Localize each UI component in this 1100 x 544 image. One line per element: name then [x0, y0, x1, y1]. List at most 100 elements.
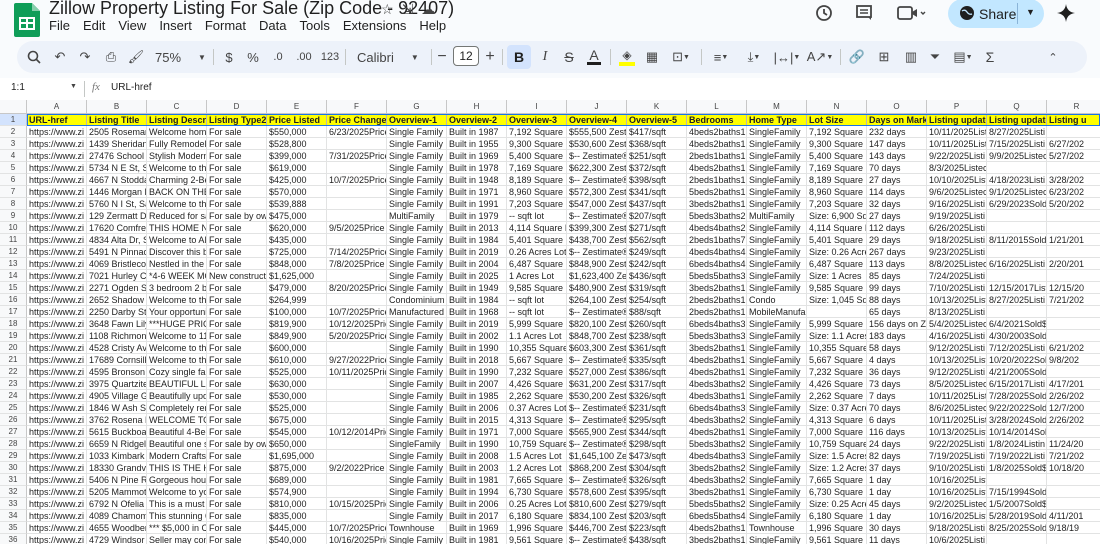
- redo-icon[interactable]: ↷: [75, 41, 95, 73]
- data-cell[interactable]: 6/23/2025Price: [327, 126, 387, 138]
- data-cell[interactable]: 7/15/2025Listi: [987, 138, 1047, 150]
- data-cell[interactable]: 10/13/2025List: [927, 354, 987, 366]
- data-cell[interactable]: $361/sqft: [627, 342, 687, 354]
- data-cell[interactable]: $-- Zestimate®: [567, 438, 627, 450]
- column-header[interactable]: O: [867, 100, 927, 114]
- data-cell[interactable]: [1047, 270, 1100, 282]
- data-cell[interactable]: 4/21/2005Sold: [987, 366, 1047, 378]
- data-cell[interactable]: 7/10/2025Listi: [927, 282, 987, 294]
- data-cell[interactable]: 1.1 Acres Lot: [507, 330, 567, 342]
- row-header[interactable]: 5: [0, 162, 27, 174]
- data-cell[interactable]: 10/16/2025List: [927, 486, 987, 498]
- data-cell[interactable]: 8/8/2025Listec: [927, 258, 987, 270]
- data-cell[interactable]: 4528 Cristy Ave: [87, 342, 147, 354]
- data-cell[interactable]: 7/12/2025Listi: [987, 342, 1047, 354]
- data-cell[interactable]: $631,200 Zestin: [567, 378, 627, 390]
- data-cell[interactable]: 9/16/2025Listi: [927, 198, 987, 210]
- data-cell[interactable]: 7/21/202: [1047, 294, 1100, 306]
- header-cell[interactable]: Overview-3: [507, 114, 567, 126]
- data-cell[interactable]: SingleFamily: [747, 414, 807, 426]
- data-cell[interactable]: SingleFamily: [747, 378, 807, 390]
- data-cell[interactable]: Condominium: [387, 294, 447, 306]
- row-header[interactable]: 23: [0, 378, 27, 390]
- data-cell[interactable]: $249/sqft: [627, 246, 687, 258]
- data-cell[interactable]: 5,999 Square F: [807, 318, 867, 330]
- row-header[interactable]: 15: [0, 282, 27, 294]
- data-cell[interactable]: 1.5 Acres Lot: [507, 450, 567, 462]
- data-cell[interactable]: $326/sqft: [627, 474, 687, 486]
- data-cell[interactable]: 4729 Windsor D: [87, 534, 147, 544]
- data-cell[interactable]: 5beds5baths3,: [687, 270, 747, 282]
- row-header[interactable]: 32: [0, 486, 27, 498]
- data-cell[interactable]: For sale: [207, 402, 267, 414]
- data-cell[interactable]: 6,487 Square F: [807, 258, 867, 270]
- data-cell[interactable]: 8,960 Square F: [807, 186, 867, 198]
- data-cell[interactable]: Single Family R: [387, 510, 447, 522]
- data-cell[interactable]: 4069 Bristlecor: [87, 258, 147, 270]
- data-cell[interactable]: $650,000: [267, 438, 327, 450]
- data-cell[interactable]: 18330 Grandvi: [87, 462, 147, 474]
- data-cell[interactable]: 7,203 Square F: [807, 198, 867, 210]
- data-cell[interactable]: 65 days: [867, 306, 927, 318]
- data-cell[interactable]: $539,888: [267, 198, 327, 210]
- data-cell[interactable]: 2250 Darby St S: [87, 306, 147, 318]
- row-header[interactable]: 34: [0, 510, 27, 522]
- data-cell[interactable]: 4,114 Square F: [807, 222, 867, 234]
- data-cell[interactable]: 6,180 Square F: [807, 510, 867, 522]
- row-header[interactable]: 21: [0, 354, 27, 366]
- data-cell[interactable]: https://www.zi: [27, 150, 87, 162]
- data-cell[interactable]: $341/sqft: [627, 186, 687, 198]
- bold-button[interactable]: B: [507, 45, 531, 69]
- collapse-toolbar-icon[interactable]: ⌃: [1045, 41, 1061, 73]
- data-cell[interactable]: MultiFamily: [747, 210, 807, 222]
- functions-icon[interactable]: Σ: [982, 41, 998, 73]
- data-cell[interactable]: 183 days: [867, 330, 927, 342]
- data-cell[interactable]: $372/sqft: [627, 162, 687, 174]
- data-cell[interactable]: Townhouse: [387, 522, 447, 534]
- data-cell[interactable]: Beautiful one s: [147, 438, 207, 450]
- header-cell[interactable]: Price Change: [327, 114, 387, 126]
- data-cell[interactable]: [327, 186, 387, 198]
- data-cell[interactable]: For sale: [207, 450, 267, 462]
- menu-file[interactable]: File: [49, 18, 77, 33]
- text-rotation-icon[interactable]: A↗ ▼: [806, 41, 834, 73]
- data-cell[interactable]: $530,600 Zestin: [567, 138, 627, 150]
- data-cell[interactable]: $326/sqft: [627, 390, 687, 402]
- filter-views-icon[interactable]: ▤ ▼: [948, 41, 978, 73]
- data-cell[interactable]: 6,487 Square F: [507, 258, 567, 270]
- data-cell[interactable]: $525,000: [267, 366, 327, 378]
- data-cell[interactable]: https://www.zi: [27, 198, 87, 210]
- data-cell[interactable]: $437/sqft: [627, 198, 687, 210]
- data-cell[interactable]: 6/15/2017Listi: [987, 378, 1047, 390]
- data-cell[interactable]: 1108 Richmond: [87, 330, 147, 342]
- data-cell[interactable]: $271/sqft: [627, 222, 687, 234]
- data-cell[interactable]: Size: 1 Acres: [807, 270, 867, 282]
- data-cell[interactable]: 27 days: [867, 210, 927, 222]
- data-cell[interactable]: Single Family R: [387, 174, 447, 186]
- menu-extensions[interactable]: Extensions: [343, 18, 414, 33]
- data-cell[interactable]: 1,996 Square F: [807, 522, 867, 534]
- data-cell[interactable]: For sale: [207, 474, 267, 486]
- data-cell[interactable]: $820,100 Zestin: [567, 318, 627, 330]
- row-header[interactable]: 11: [0, 234, 27, 246]
- row-header[interactable]: 18: [0, 318, 27, 330]
- data-cell[interactable]: $572,300 Zestin: [567, 186, 627, 198]
- data-cell[interactable]: [1047, 162, 1100, 174]
- data-cell[interactable]: 6/27/202: [1047, 138, 1100, 150]
- data-cell[interactable]: 4beds2baths1,: [687, 354, 747, 366]
- data-cell[interactable]: Built in 1979: [447, 210, 507, 222]
- data-cell[interactable]: 10/10/2025List: [927, 174, 987, 186]
- data-cell[interactable]: Welcome to th: [147, 342, 207, 354]
- data-cell[interactable]: 143 days: [867, 150, 927, 162]
- data-cell[interactable]: Charming 2-Be: [147, 174, 207, 186]
- data-cell[interactable]: SingleFamily: [747, 174, 807, 186]
- data-cell[interactable]: 0.25 Acres Lot: [507, 498, 567, 510]
- move-folder-icon[interactable]: ⇲: [402, 1, 414, 18]
- data-cell[interactable]: 4,426 Square F: [807, 378, 867, 390]
- data-cell[interactable]: 10/12/2025Pric: [327, 318, 387, 330]
- data-cell[interactable]: 9/9/2025Listec: [987, 150, 1047, 162]
- data-cell[interactable]: Built in 1981: [447, 534, 507, 544]
- data-cell[interactable]: Welcome to thi: [147, 354, 207, 366]
- data-cell[interactable]: 9/22/2022Sold: [987, 402, 1047, 414]
- data-cell[interactable]: $238/sqft: [627, 330, 687, 342]
